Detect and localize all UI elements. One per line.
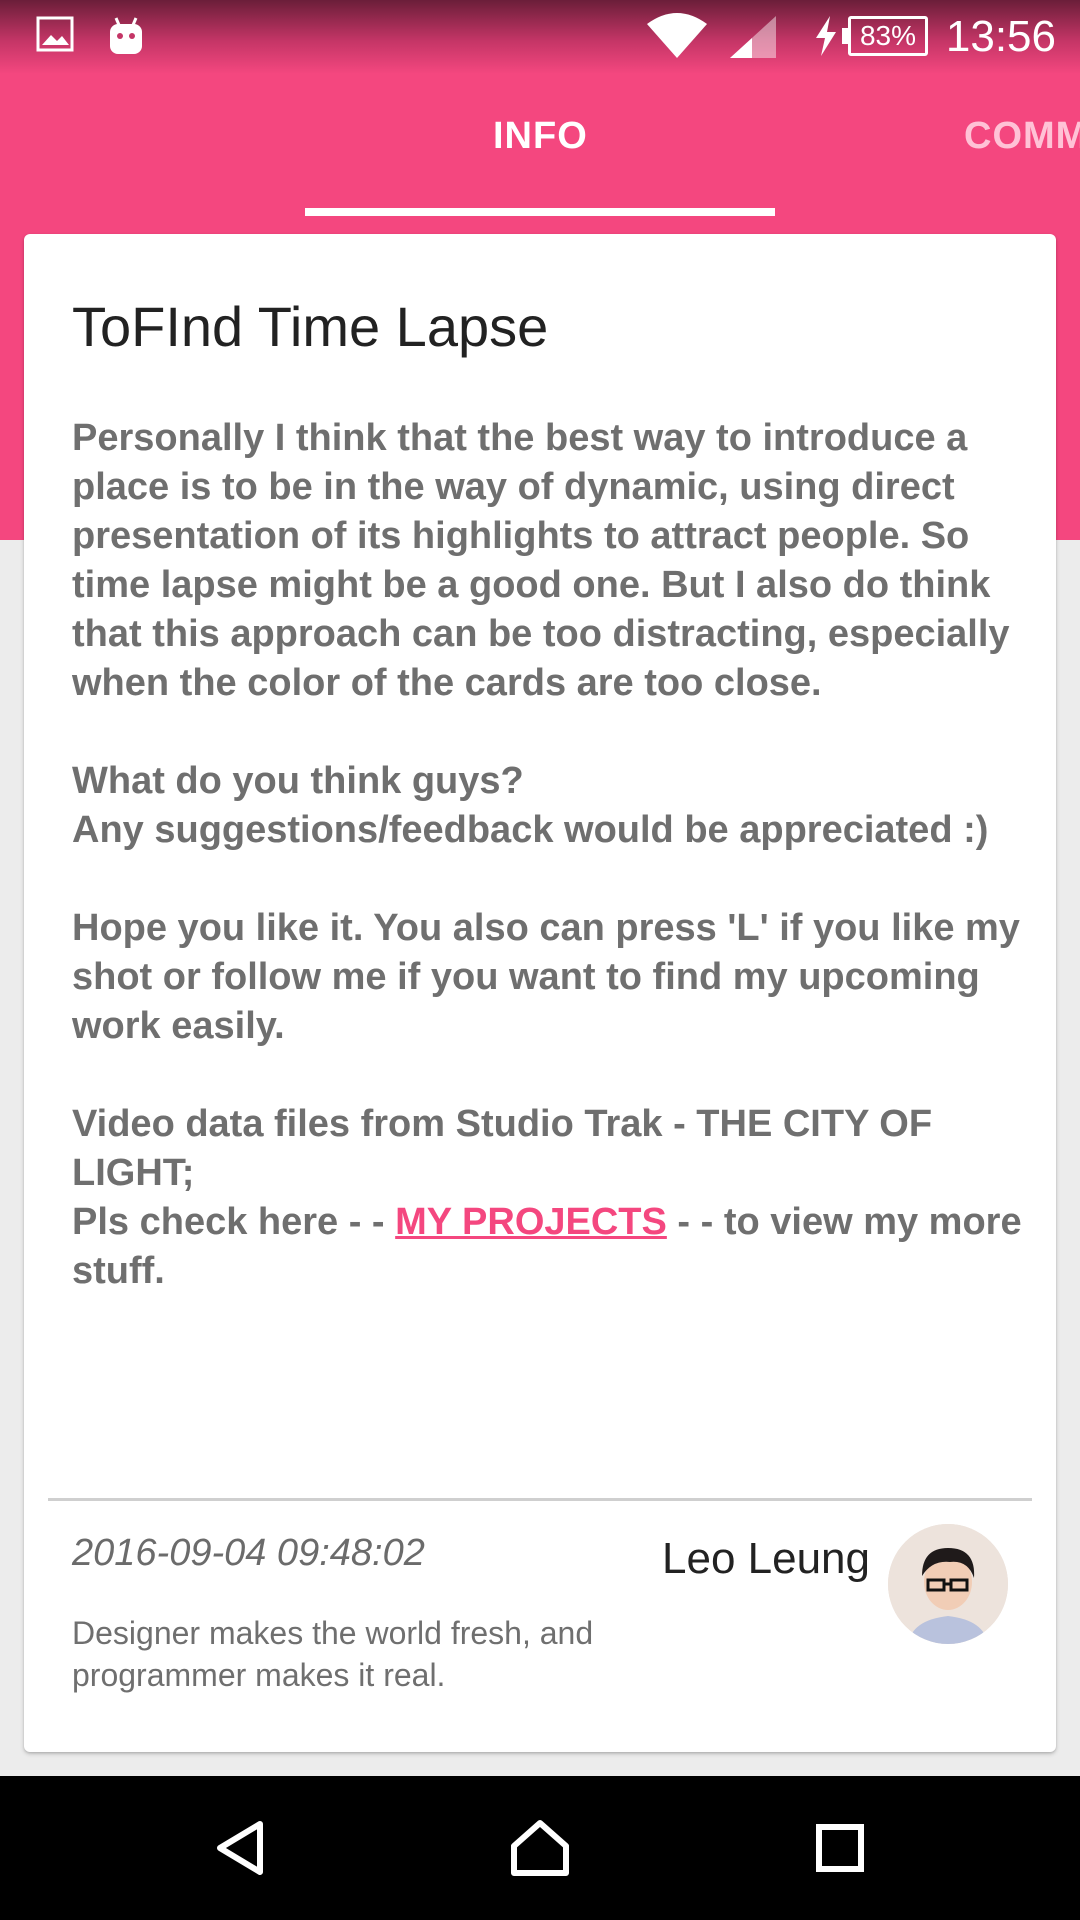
screen: 83% 13:56 INFO COMM ToFInd Time Lapse Pe…	[0, 0, 1080, 1920]
tab-comments[interactable]: COMM	[964, 114, 1080, 158]
recent-apps-button[interactable]	[760, 1776, 920, 1920]
post-card: ToFInd Time Lapse Personally I think tha…	[24, 234, 1056, 1752]
author-bio: Designer makes the world fresh, and prog…	[72, 1615, 594, 1693]
back-button[interactable]	[160, 1776, 320, 1920]
home-button[interactable]	[460, 1776, 620, 1920]
avatar[interactable]	[888, 1524, 1008, 1644]
android-icon	[110, 17, 142, 54]
tab-info[interactable]: INFO	[493, 114, 588, 158]
post-timestamp: 2016-09-04 09:48:02	[72, 1532, 425, 1574]
post-description: Personally I think that the best way to …	[72, 414, 1032, 1296]
home-icon	[511, 1820, 569, 1876]
description-paragraph: What do you think guys? Any suggestions/…	[72, 760, 989, 851]
signal-icon	[730, 16, 776, 58]
back-icon	[217, 1821, 263, 1875]
photo-icon	[36, 16, 74, 52]
credits-text: Video data files from Studio Trak - THE …	[72, 1103, 933, 1194]
description-paragraph: Hope you like it. You also can press 'L'…	[72, 907, 1020, 1047]
battery-icon: 83%	[842, 16, 928, 56]
post-title: ToFInd Time Lapse	[72, 295, 549, 358]
wifi-icon	[647, 13, 707, 58]
recent-apps-icon	[816, 1824, 864, 1872]
status-bar: 83% 13:56	[0, 0, 1080, 74]
divider	[48, 1498, 1032, 1501]
navigation-bar	[0, 1776, 1080, 1920]
avatar-image	[888, 1524, 1008, 1644]
description-paragraph: Video data files from Studio Trak - THE …	[72, 1100, 1032, 1296]
charging-icon	[816, 16, 836, 56]
author-name[interactable]: Leo Leung	[662, 1532, 870, 1586]
link-prefix: Pls check here - -	[72, 1201, 396, 1243]
description-paragraph: Personally I think that the best way to …	[72, 417, 1010, 704]
tab-bar: INFO COMM	[0, 74, 1080, 216]
my-projects-link[interactable]: MY PROJECTS	[395, 1201, 667, 1243]
tab-indicator	[305, 208, 775, 216]
clock: 13:56	[945, 12, 1056, 61]
